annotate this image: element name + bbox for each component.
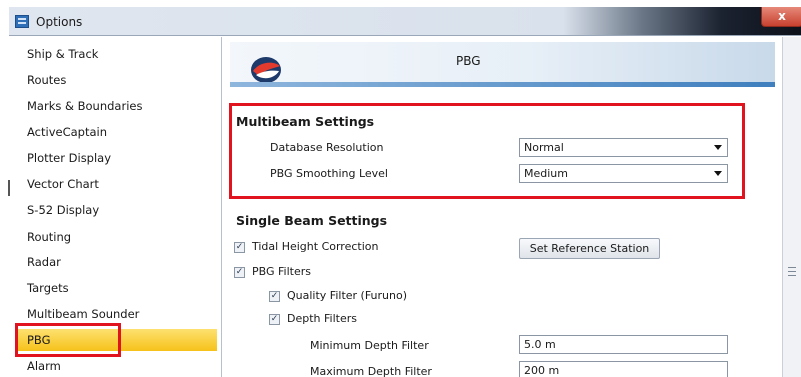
brand-logo-icon	[251, 57, 281, 83]
max-depth-field[interactable]: 200 m	[519, 361, 728, 377]
max-depth-label: Maximum Depth Filter	[310, 365, 432, 377]
sidebar-item-routing[interactable]: Routing	[17, 226, 217, 248]
sidebar-item-multibeam-sounder[interactable]: Multibeam Sounder	[17, 303, 217, 325]
title-bar: Options x	[9, 7, 801, 36]
min-depth-label: Minimum Depth Filter	[310, 339, 429, 352]
tidal-height-checkbox[interactable]	[234, 242, 245, 253]
sidebar-item-alarm[interactable]: Alarm	[17, 355, 217, 377]
page-title: PBG	[456, 54, 481, 68]
sidebar-item-activecaptain[interactable]: ActiveCaptain	[17, 121, 217, 143]
settings-panel: PBG Multibeam Settings Database Resoluti…	[222, 37, 782, 377]
window-title: Options	[36, 15, 83, 29]
single-beam-settings-heading: Single Beam Settings	[236, 213, 388, 228]
options-window-icon	[15, 15, 29, 28]
pbg-filters-label: PBG Filters	[252, 265, 311, 278]
sidebar-item-marks-boundaries[interactable]: Marks & Boundaries	[17, 95, 217, 117]
quality-filter-label: Quality Filter (Furuno)	[287, 289, 408, 302]
depth-filters-checkbox[interactable]	[269, 314, 280, 325]
scroll-grip-icon[interactable]	[788, 267, 796, 276]
tidal-height-label: Tidal Height Correction	[252, 240, 379, 253]
sidebar-item-targets[interactable]: Targets	[17, 277, 217, 299]
quality-filter-checkbox[interactable]	[269, 291, 280, 302]
sidebar-item-radar[interactable]: Radar	[17, 251, 217, 273]
close-button[interactable]: x	[761, 7, 801, 27]
vertical-scrollbar[interactable]	[782, 37, 801, 377]
sidebar-item-vector-chart[interactable]: Vector Chart	[17, 173, 217, 195]
sidebar-item-s52-display[interactable]: S-52 Display	[17, 199, 217, 221]
depth-filters-label: Depth Filters	[287, 312, 357, 325]
sidebar-item-plotter-display[interactable]: Plotter Display	[17, 147, 217, 169]
page-banner: PBG	[230, 42, 775, 87]
multibeam-settings-highlight	[229, 103, 745, 199]
pbg-filters-checkbox[interactable]	[234, 267, 245, 278]
sidebar-item-routes[interactable]: Routes	[17, 69, 217, 91]
window-edge-marker	[8, 180, 10, 196]
sidebar-item-ship-track[interactable]: Ship & Track	[17, 43, 217, 65]
pbg-item-highlight	[15, 323, 121, 357]
set-reference-station-button[interactable]: Set Reference Station	[519, 238, 660, 259]
min-depth-field[interactable]: 5.0 m	[519, 335, 728, 354]
